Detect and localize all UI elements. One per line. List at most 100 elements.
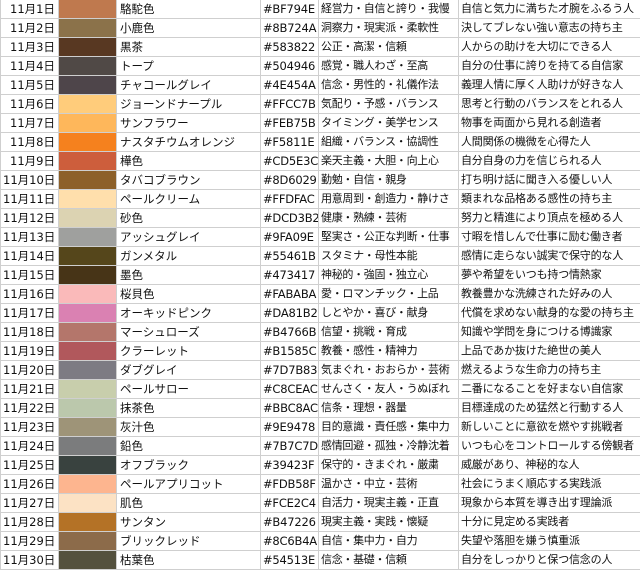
date-cell: 11月10日: [0, 170, 59, 190]
table-row: 11月30日 枯葉色 #54513E 信念・基礎・信頼 自分をしっかりと保つ信念の人: [0, 550, 640, 570]
table-row: 11月4日 トープ #504946 感覚・職人わざ・至高 自分の仕事に誇りを持てる自信家: [0, 56, 640, 76]
hex-code-cell: #583822: [260, 37, 319, 57]
description-cell: 自分自身の力を信じられる人: [458, 151, 640, 171]
color-name-cell: オーキッドピンク: [116, 303, 261, 323]
color-name-cell: サンタン: [116, 512, 261, 532]
date-cell: 11月11日: [0, 189, 59, 209]
hex-code-cell: #FFCC7B: [260, 94, 319, 114]
description-cell: 打ち明け話に聞き入る優しい人: [458, 170, 640, 190]
hex-code-cell: #CD5E3C: [260, 151, 319, 171]
color-swatch-cell: [58, 37, 117, 57]
traits-cell: 堅実さ・公正な判断・仕事: [318, 227, 459, 247]
table-row: 11月10日 タバコブラウン #8D6029 勤勉・自信・親身 打ち明け話に聞き入る優し…: [0, 170, 640, 190]
color-swatch-cell: [58, 189, 117, 209]
description-cell: 自信と気力に満ちた才腕をふるう人: [458, 0, 640, 19]
hex-code-cell: #C8CEAC: [260, 379, 319, 399]
date-cell: 11月6日: [0, 94, 59, 114]
date-cell: 11月17日: [0, 303, 59, 323]
hex-code-cell: #FABABA: [260, 284, 319, 304]
traits-cell: 用意周到・創造力・静けさ: [318, 189, 459, 209]
description-cell: 威厳があり、神秘的な人: [458, 455, 640, 475]
color-name-cell: ペールクリーム: [116, 189, 261, 209]
color-swatch-cell: [58, 18, 117, 38]
color-swatch-cell: [58, 94, 117, 114]
date-cell: 11月18日: [0, 322, 59, 342]
color-swatch-cell: [58, 531, 117, 551]
table-row: 11月21日 ペールサロー #C8CEAC せんさく・友人・うぬぼれ 二番になることを好…: [0, 379, 640, 399]
traits-cell: 組織・バランス・協調性: [318, 132, 459, 152]
color-swatch-cell: [58, 170, 117, 190]
traits-cell: 信条・理想・器量: [318, 398, 459, 418]
table-row: 11月22日 抹茶色 #BBC8AC 信条・理想・器量 目標達成のため猛然と行動する人: [0, 398, 640, 418]
traits-cell: 感覚・職人わざ・至高: [318, 56, 459, 76]
hex-code-cell: #7B7C7D: [260, 436, 319, 456]
traits-cell: 気まぐれ・おおらか・芸術: [318, 360, 459, 380]
color-swatch-cell: [58, 550, 117, 570]
traits-cell: 信念・基礎・信頼: [318, 550, 459, 570]
date-cell: 11月8日: [0, 132, 59, 152]
table-row: 11月29日 ブリックレッド #8C6B4A 自信・集中力・自力 失望や落胆を嫌う慎重派: [0, 531, 640, 551]
description-cell: 燃えるような生命力の持ち主: [458, 360, 640, 380]
color-name-cell: ガンメタル: [116, 246, 261, 266]
hex-code-cell: #DCD3B2: [260, 208, 319, 228]
color-swatch-cell: [58, 132, 117, 152]
hex-code-cell: #473417: [260, 265, 319, 285]
description-cell: 寸暇を惜しんで仕事に励む働き者: [458, 227, 640, 247]
color-swatch-cell: [58, 208, 117, 228]
traits-cell: 気配り・予感・バランス: [318, 94, 459, 114]
description-cell: 感情に走らない誠実で保守的な人: [458, 246, 640, 266]
traits-cell: しとやか・喜び・献身: [318, 303, 459, 323]
date-cell: 11月28日: [0, 512, 59, 532]
description-cell: 二番になることを好まない自信家: [458, 379, 640, 399]
description-cell: 義理人情に厚く人助けが好きな人: [458, 75, 640, 95]
table-row: 11月24日 鉛色 #7B7C7D 感情回避・孤独・冷静沈着 いつも心をコントロールする…: [0, 436, 640, 456]
description-cell: 現象から本質を導き出す理論派: [458, 493, 640, 513]
hex-code-cell: #FDB58F: [260, 474, 319, 494]
color-name-cell: 黒茶: [116, 37, 261, 57]
table-row: 11月23日 灰汁色 #9E9478 目的意識・責任感・集中力 新しいことに意欲を燃やす…: [0, 417, 640, 437]
color-name-cell: ナスタチウムオレンジ: [116, 132, 261, 152]
traits-cell: 教養・感性・精神力: [318, 341, 459, 361]
traits-cell: 目的意識・責任感・集中力: [318, 417, 459, 437]
table-row: 11月25日 オフブラック #39423F 保守的・きまぐれ・厳粛 威厳があり、神秘的な…: [0, 455, 640, 475]
traits-cell: スタミナ・母性本能: [318, 246, 459, 266]
date-cell: 11月9日: [0, 151, 59, 171]
table-row: 11月3日 黒茶 #583822 公正・高潔・信頼 人からの助けを大切にできる人: [0, 37, 640, 57]
traits-cell: 自信・集中力・自力: [318, 531, 459, 551]
traits-cell: 洞察力・現実派・柔軟性: [318, 18, 459, 38]
traits-cell: 自活力・現実主義・正直: [318, 493, 459, 513]
table-row: 11月8日 ナスタチウムオレンジ #F5811E 組織・バランス・協調性 人間関係の機微…: [0, 132, 640, 152]
color-swatch-cell: [58, 75, 117, 95]
hex-code-cell: #39423F: [260, 455, 319, 475]
traits-cell: タイミング・美学センス: [318, 113, 459, 133]
color-name-cell: 墨色: [116, 265, 261, 285]
color-swatch-cell: [58, 436, 117, 456]
traits-cell: 神秘的・強固・独立心: [318, 265, 459, 285]
color-swatch-cell: [58, 284, 117, 304]
color-name-cell: マーシュローズ: [116, 322, 261, 342]
date-cell: 11月19日: [0, 341, 59, 361]
color-swatch-cell: [58, 246, 117, 266]
color-name-cell: ジョーンドナープル: [116, 94, 261, 114]
table-row: 11月15日 墨色 #473417 神秘的・強固・独立心 夢や希望をいつも持つ情熱家: [0, 265, 640, 285]
color-swatch-cell: [58, 151, 117, 171]
traits-cell: 保守的・きまぐれ・厳粛: [318, 455, 459, 475]
hex-code-cell: #FCE2C4: [260, 493, 319, 513]
description-cell: 物事を両面から見れる創造者: [458, 113, 640, 133]
color-name-cell: 枯葉色: [116, 550, 261, 570]
hex-code-cell: #8B724A: [260, 18, 319, 38]
hex-code-cell: #504946: [260, 56, 319, 76]
traits-cell: 現実主義・実践・懐疑: [318, 512, 459, 532]
description-cell: 人からの助けを大切にできる人: [458, 37, 640, 57]
table-row: 11月1日 駱駝色 #BF794E 経営力・自信と誇り・我慢 自信と気力に満ちた才腕をふ…: [0, 0, 640, 19]
description-cell: 十分に見定める実践者: [458, 512, 640, 532]
color-name-cell: ペールサロー: [116, 379, 261, 399]
traits-cell: 健康・熟練・芸術: [318, 208, 459, 228]
description-cell: 社会にうまく順応する実践派: [458, 474, 640, 494]
color-swatch-cell: [58, 512, 117, 532]
color-name-cell: ブリックレッド: [116, 531, 261, 551]
table-row: 11月28日 サンタン #B47226 現実主義・実践・懐疑 十分に見定める実践者: [0, 512, 640, 532]
traits-cell: 信望・挑戦・育成: [318, 322, 459, 342]
table-row: 11月7日 サンフラワー #FEB75B タイミング・美学センス 物事を両面から見れる創…: [0, 113, 640, 133]
color-name-cell: 砂色: [116, 208, 261, 228]
